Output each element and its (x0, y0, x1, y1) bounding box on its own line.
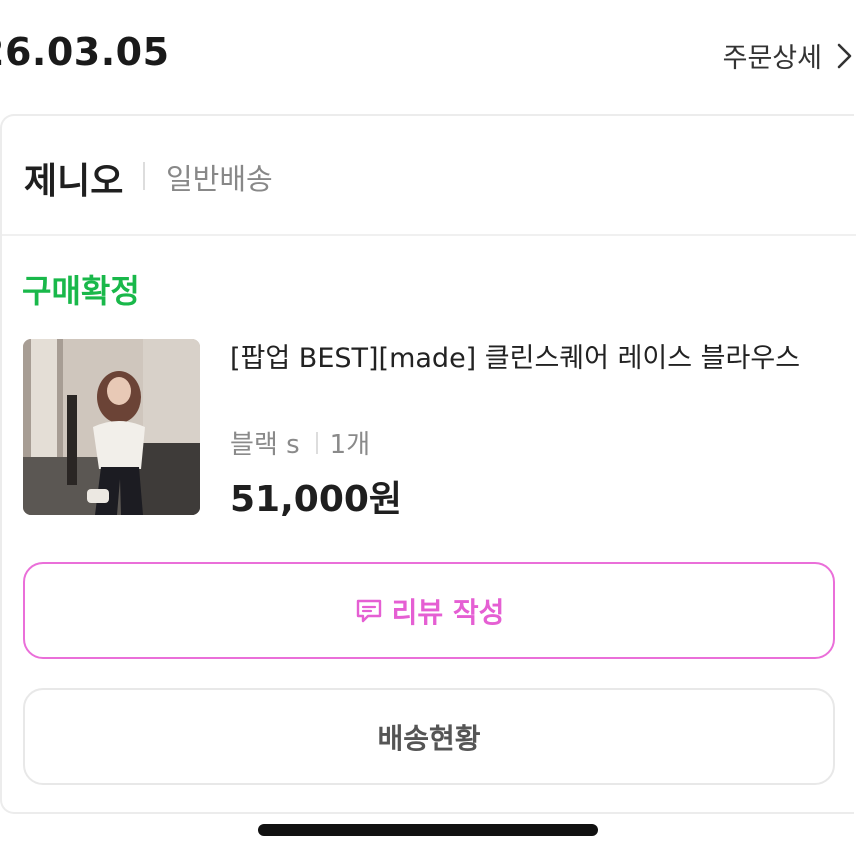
product-title[interactable]: [팝업 BEST][made] 클린스퀘어 레이스 블라우스 (230, 340, 830, 378)
delivery-status-label: 배송현황 (377, 721, 481, 755)
write-review-label: 리뷰 작성 (391, 595, 505, 629)
product-price: 51,000원 (230, 479, 403, 520)
seller-name[interactable]: 제니오 (24, 152, 123, 204)
shipping-type: 일반배송 (166, 162, 273, 196)
order-page: 26.03.05 주문상세 제니오 일반배송 구매확정 (0, 0, 856, 856)
product-thumbnail[interactable] (23, 339, 200, 515)
product-quantity: 1개 (329, 430, 371, 460)
order-card: 제니오 일반배송 구매확정 [팝업 BEST][made] 클린스퀘어 레이스 (0, 114, 856, 814)
order-detail-link[interactable]: 주문상세 (723, 36, 856, 75)
order-detail-label: 주문상세 (722, 43, 822, 74)
write-review-button[interactable]: 리뷰 작성 (23, 562, 835, 659)
seller-row: 제니오 일반배송 (2, 116, 856, 236)
delivery-status-button[interactable]: 배송현황 (23, 688, 835, 785)
product-options: 블랙 s 1개 (230, 424, 370, 461)
option-divider (315, 431, 318, 454)
comment-icon (354, 596, 384, 626)
seller-divider (143, 162, 145, 190)
order-status: 구매확정 (22, 272, 140, 310)
home-indicator (258, 824, 598, 836)
chevron-right-icon (834, 41, 856, 71)
order-date: 26.03.05 (0, 30, 170, 74)
product-option: 블랙 s (230, 430, 300, 460)
order-header: 26.03.05 주문상세 (0, 0, 856, 112)
